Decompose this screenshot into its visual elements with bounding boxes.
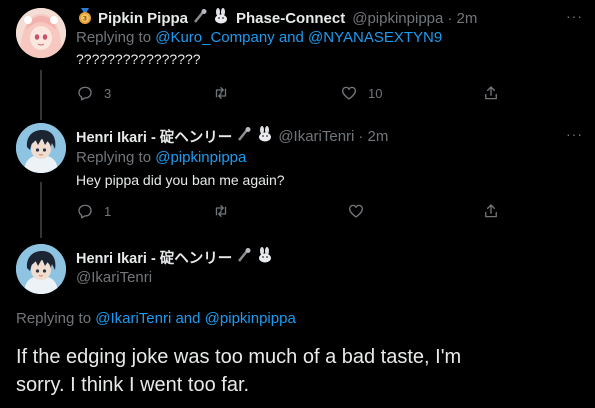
focused-tweet-text-line-1: If the edging joke was too much of a bad… [16, 346, 462, 368]
replying-to-line: Replying to @Kuro_Company and @NYANASEXT… [76, 29, 442, 46]
like-button[interactable] [347, 202, 365, 220]
more-options-button[interactable]: ··· [566, 126, 583, 142]
replying-prefix: Replying to [76, 29, 152, 46]
replying-prefix: Replying to [16, 310, 92, 327]
display-name[interactable]: Henri Ikari - 碇ヘンリー [76, 126, 232, 147]
share-icon [485, 86, 497, 100]
mention-link[interactable]: @pipkinpippa [205, 310, 296, 327]
share-icon [485, 204, 497, 218]
mention-link[interactable]: @NYANASEXTYN9 [308, 29, 442, 46]
focused-tweet-text-line-2: sorry. I think I went too far. [16, 374, 250, 396]
microphone-emoji-icon [236, 126, 252, 147]
mention-link[interactable]: @IkariTenri [95, 310, 171, 327]
display-name[interactable]: Pipkin Pippa [98, 10, 188, 27]
retweet-button[interactable] [212, 202, 230, 220]
medal-badge-icon: 3 [76, 7, 94, 30]
avatar-pipkin-pippa[interactable] [16, 8, 66, 58]
avatar-henri-ikari-focused[interactable] [16, 244, 66, 294]
tweet-header-1: 3 Pipkin Pippa Phase-Connect @pipkinpipp… [76, 7, 477, 30]
tweet-header-2: Henri Ikari - 碇ヘンリー @IkariTenri · 2m [76, 126, 388, 147]
thread-line-2 [40, 182, 42, 238]
thread-line-1 [40, 70, 42, 120]
mention-link[interactable]: @Kuro_Company [155, 29, 274, 46]
replying-to-line: Replying to @IkariTenri and @pipkinpippa [16, 310, 296, 327]
focused-tweet-header: Henri Ikari - 碇ヘンリー [76, 247, 274, 268]
heart-icon [348, 204, 364, 218]
timestamp[interactable]: · 2m [358, 128, 388, 145]
microphone-emoji-icon [236, 247, 252, 268]
tweet-text: Hey pippa did you ban me again? [76, 172, 285, 188]
retweet-button[interactable] [212, 84, 230, 102]
and-connector: and [278, 29, 304, 46]
mention-link[interactable]: @pipkinpippa [155, 149, 246, 166]
reply-count: 3 [104, 85, 112, 101]
heart-icon [341, 86, 357, 100]
tweet-text: ???????????????? [76, 51, 201, 67]
like-count: 10 [368, 85, 383, 101]
rabbit-emoji-icon [212, 8, 230, 29]
timestamp[interactable]: · 2m [447, 10, 477, 27]
svg-text:3: 3 [83, 16, 87, 23]
display-name[interactable]: Henri Ikari - 碇ヘンリー [76, 247, 232, 268]
rabbit-emoji-icon [256, 126, 274, 147]
reply-button[interactable]: 1 [76, 202, 111, 220]
and-connector: and [175, 310, 201, 327]
reply-button[interactable]: 3 [76, 84, 111, 102]
avatar-henri-ikari[interactable] [16, 123, 66, 173]
handle[interactable]: @pipkinpippa [352, 10, 443, 27]
reply-icon [78, 86, 92, 101]
share-button[interactable] [482, 84, 500, 102]
microphone-emoji-icon [192, 8, 208, 29]
replying-prefix: Replying to [76, 149, 152, 166]
like-button[interactable]: 10 [340, 84, 382, 102]
retweet-icon [215, 205, 227, 217]
retweet-icon [215, 87, 227, 99]
handle[interactable]: @IkariTenri [76, 269, 152, 286]
more-options-button[interactable]: ··· [566, 8, 583, 24]
focused-tweet-text: If the edging joke was too much of a bad… [16, 343, 461, 399]
reply-icon [78, 204, 92, 219]
share-button[interactable] [482, 202, 500, 220]
handle[interactable]: @IkariTenri [278, 128, 354, 145]
reply-count: 1 [104, 203, 112, 219]
affiliation-name[interactable]: Phase-Connect [236, 10, 345, 27]
replying-to-line: Replying to @pipkinpippa [76, 149, 246, 166]
rabbit-emoji-icon [256, 247, 274, 268]
